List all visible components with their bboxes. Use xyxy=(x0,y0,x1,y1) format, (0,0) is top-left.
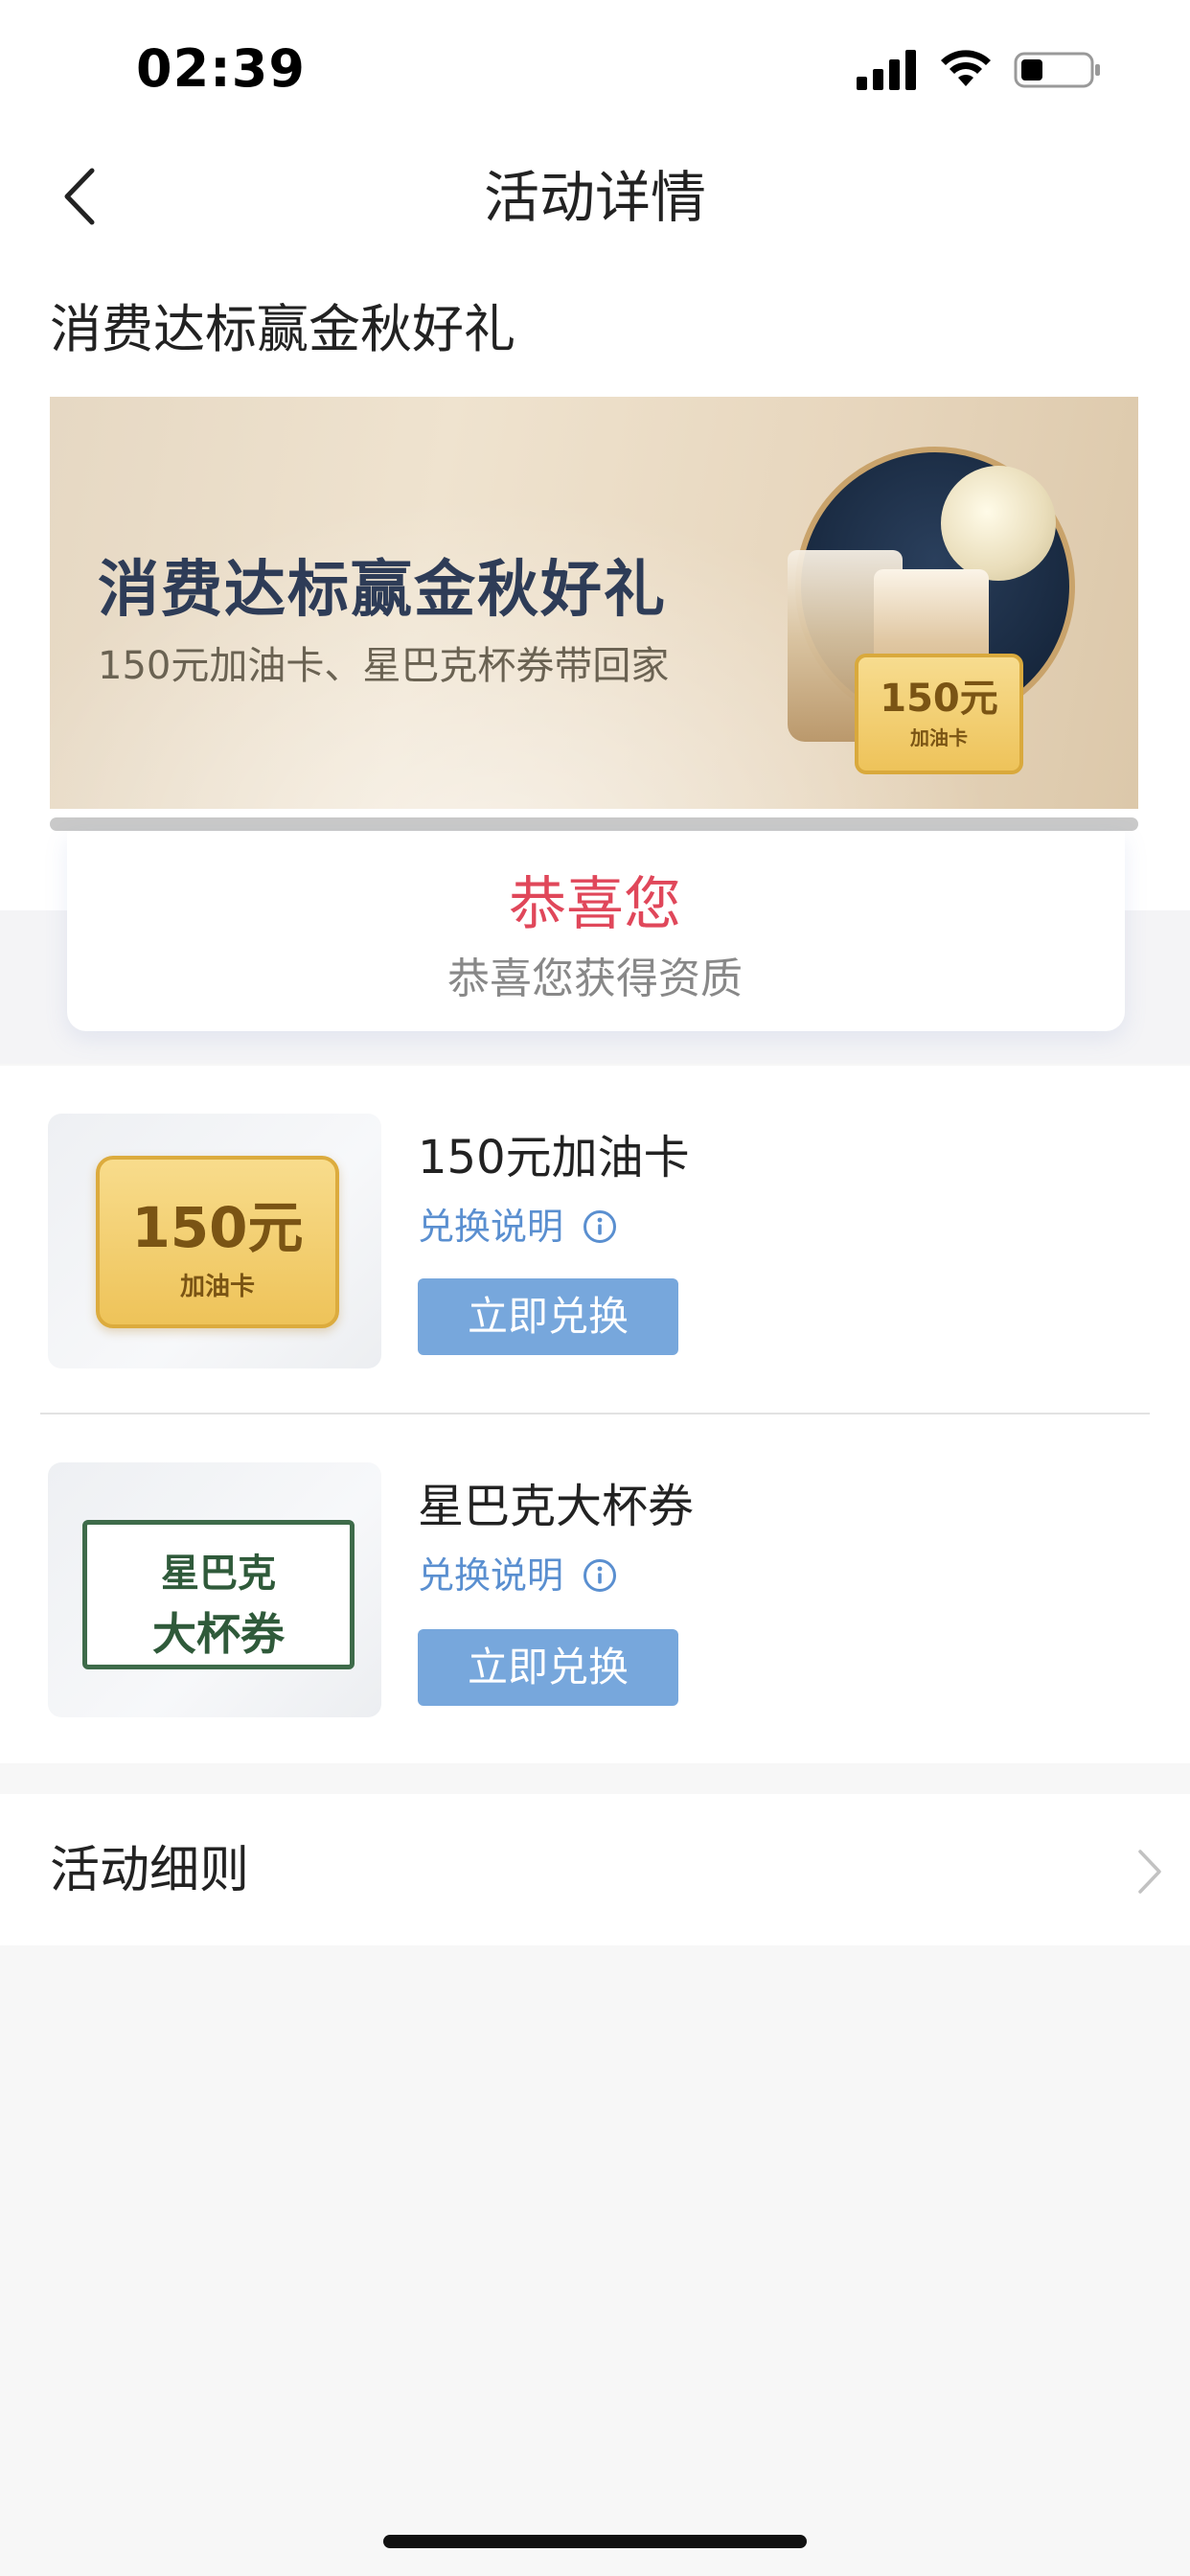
fuel-card-amount: 150元 xyxy=(880,677,998,721)
coupon-brand: 星巴克 xyxy=(161,1552,276,1596)
fuel-card-label: 加油卡 xyxy=(179,1273,255,1301)
cellular-signal-icon xyxy=(857,50,916,90)
divider xyxy=(40,1413,1150,1414)
status-time: 02:39 xyxy=(136,38,306,99)
home-indicator xyxy=(383,2535,807,2548)
banner-headline: 消费达标赢金秋好礼 xyxy=(98,555,667,626)
congrats-title: 恭喜您 xyxy=(509,871,681,938)
redeem-instructions-link[interactable]: 兑换说明 xyxy=(418,1552,563,1598)
redeem-button[interactable]: 立即兑换 xyxy=(418,1629,678,1706)
moon-image xyxy=(941,466,1056,581)
redeem-instructions-label: 兑换说明 xyxy=(418,1206,564,1248)
fuel-card-image: 150元 加油卡 xyxy=(855,654,1023,774)
battery-icon xyxy=(1014,52,1100,88)
banner-subtitle: 150元加油卡、星巴克杯券带回家 xyxy=(98,644,670,688)
activity-banner[interactable]: 消费达标赢金秋好礼 150元加油卡、星巴克杯券带回家 150元 加油卡 xyxy=(50,397,1138,809)
banner-progress-bar xyxy=(50,817,1138,831)
fuel-card-amount: 150元 xyxy=(131,1195,304,1260)
reward-title: 150元加油卡 xyxy=(418,1131,690,1184)
congrats-subtitle: 恭喜您获得资质 xyxy=(447,954,743,1003)
fuel-card-label: 加油卡 xyxy=(910,726,968,749)
activity-title: 消费达标赢金秋好礼 xyxy=(50,299,515,359)
reward-title: 星巴克大杯券 xyxy=(418,1480,695,1533)
starbucks-coupon-image: 星巴克 大杯券 xyxy=(82,1520,355,1669)
activity-rules-label: 活动细则 xyxy=(50,1842,250,1899)
redeem-instructions-label: 兑换说明 xyxy=(418,1554,564,1597)
coupon-type: 大杯券 xyxy=(152,1608,285,1660)
wifi-icon xyxy=(941,50,991,86)
info-icon[interactable] xyxy=(583,1558,617,1593)
redeem-instructions-link[interactable]: 兑换说明 xyxy=(418,1204,563,1250)
info-icon[interactable] xyxy=(583,1209,617,1244)
chevron-right-icon xyxy=(1138,1850,1161,1894)
fuel-card-image: 150元 加油卡 xyxy=(96,1156,339,1328)
page-title: 活动详情 xyxy=(483,165,706,230)
redeem-button[interactable]: 立即兑换 xyxy=(418,1278,678,1355)
